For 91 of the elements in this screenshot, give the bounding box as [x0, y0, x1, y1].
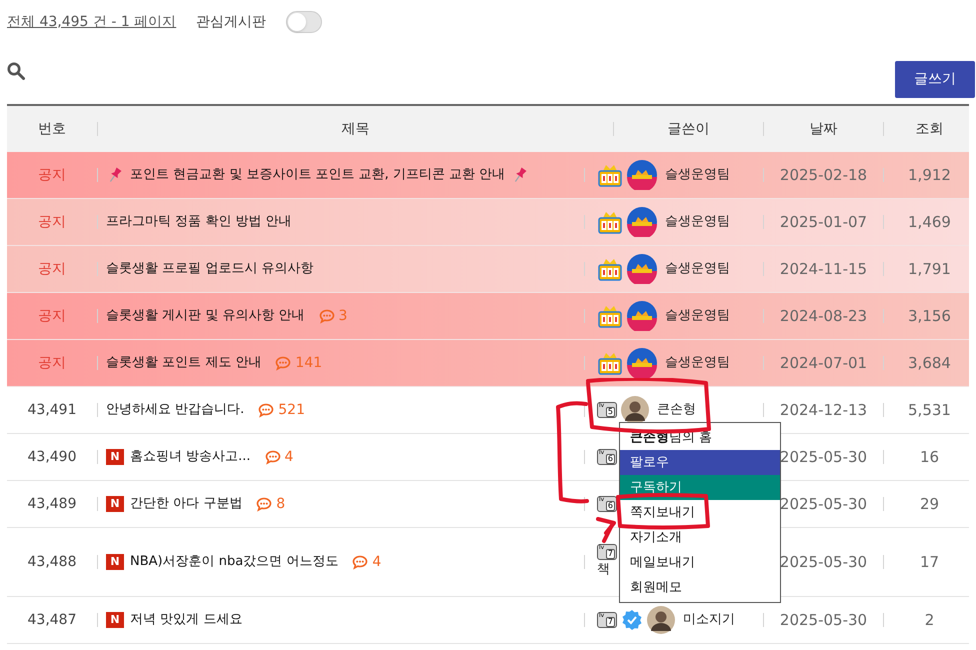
- post-number: 43,490: [28, 448, 76, 466]
- view-count: 17: [918, 552, 940, 573]
- post-number: 공지: [38, 212, 66, 232]
- post-date: 2025-05-30: [778, 446, 868, 468]
- marker-arrow: [596, 517, 616, 543]
- post-date: 2025-01-07: [778, 212, 868, 233]
- new-badge: N: [106, 612, 124, 628]
- writer-name[interactable]: 책: [597, 560, 610, 580]
- comment-count: 4: [284, 448, 294, 466]
- jackpot-avatar-icon: [627, 254, 657, 284]
- post-title[interactable]: NBA)서장훈이 nba갔으면 어느정도: [130, 552, 338, 572]
- view-count: 3,156: [907, 306, 952, 327]
- column-header: 제목: [340, 120, 370, 138]
- menu-item[interactable]: 자기소개: [620, 525, 780, 550]
- view-count: 29: [918, 494, 940, 515]
- notice-row[interactable]: 공지 슬롯생활 포인트 제도 안내 141 슬생운영팀 2024-07-01 3,684: [7, 340, 969, 387]
- jackpot-avatar-icon: [627, 207, 657, 237]
- view-count: 2: [924, 610, 936, 631]
- post-date: 2025-05-30: [778, 552, 868, 573]
- menu-item[interactable]: 팔로우: [620, 450, 780, 475]
- comment-icon: [258, 402, 274, 418]
- view-count: 1,912: [907, 164, 952, 186]
- post-number: 43,487: [28, 610, 76, 630]
- writer-name[interactable]: 슬생운영팀: [665, 306, 730, 326]
- new-badge: N: [106, 554, 124, 570]
- post-date: 2025-05-30: [778, 610, 868, 631]
- column-header: 번호: [37, 120, 67, 138]
- post-title[interactable]: 안녕하세요 반갑습니다.: [106, 400, 244, 420]
- column-header: 글쓴이: [666, 120, 710, 138]
- search-icon[interactable]: [7, 62, 25, 80]
- post-title[interactable]: 슬롯생활 게시판 및 유의사항 안내: [106, 306, 305, 326]
- view-count: 1,469: [907, 212, 952, 233]
- new-badge: N: [106, 496, 124, 512]
- post-number: 43,491: [28, 400, 76, 420]
- comment-count: 4: [372, 552, 382, 572]
- post-title[interactable]: 포인트 현금교환 및 보증사이트 포인트 교환, 기프티콘 교환 안내: [130, 165, 506, 185]
- post-date: 2025-02-18: [778, 164, 868, 186]
- view-count: 16: [918, 446, 940, 468]
- post-date: 2025-05-30: [778, 494, 868, 515]
- jackpot-avatar-icon: [627, 160, 657, 190]
- post-date: 2024-12-13: [778, 400, 868, 421]
- notice-row[interactable]: 공지 포인트 현금교환 및 보증사이트 포인트 교환, 기프티콘 교환 안내 슬생운영팀 2025-02-18 1,912: [7, 152, 969, 199]
- notice-row[interactable]: 공지 슬롯생활 프로필 업로드시 유의사항 슬생운영팀 2024-11-15 1,791: [7, 246, 969, 293]
- comment-count: 521: [278, 400, 305, 420]
- menu-item[interactable]: 메일보내기: [620, 550, 780, 575]
- comment-count: 141: [295, 354, 322, 372]
- post-date: 2024-07-01: [778, 352, 868, 374]
- comment-icon: [256, 496, 272, 512]
- writer-name[interactable]: 슬생운영팀: [665, 259, 730, 279]
- post-title[interactable]: 슬롯생활 포인트 제도 안내: [106, 353, 262, 373]
- menu-item[interactable]: 쪽지보내기: [620, 500, 780, 525]
- favorite-board-label: 관심게시판: [196, 12, 266, 32]
- view-count: 3,684: [907, 352, 952, 374]
- column-header: 조회: [914, 120, 944, 138]
- comment-icon: [275, 356, 292, 370]
- comment-count: 3: [338, 306, 348, 326]
- view-count: 5,531: [907, 400, 952, 421]
- writer-name[interactable]: 슬생운영팀: [665, 212, 730, 232]
- writer-name[interactable]: 큰손형: [657, 400, 696, 420]
- post-number: 공지: [38, 166, 66, 184]
- comment-count: 8: [276, 494, 286, 514]
- post-number: 공지: [38, 354, 66, 372]
- menu-item[interactable]: 회원메모: [620, 575, 780, 600]
- new-badge: N: [106, 449, 124, 465]
- writer-name[interactable]: 미소지기: [683, 610, 735, 630]
- post-title[interactable]: 간단한 아다 구분법: [130, 494, 242, 514]
- post-date: 2024-11-15: [778, 258, 868, 280]
- post-date: 2024-08-23: [778, 306, 868, 327]
- writer-name[interactable]: 슬생운영팀: [665, 165, 730, 185]
- notice-row[interactable]: 공지 프라그마틱 정품 확인 방법 안내 슬생운영팀 2025-01-07 1,469: [7, 199, 969, 246]
- post-title[interactable]: 프라그마틱 정품 확인 방법 안내: [106, 212, 292, 232]
- menu-item[interactable]: 구독하기: [620, 475, 780, 500]
- comment-icon: [318, 308, 335, 324]
- jackpot-avatar-icon: [627, 348, 657, 378]
- post-title[interactable]: 저녁 맛있게 드세요: [130, 610, 242, 630]
- write-button[interactable]: 글쓰기: [895, 60, 975, 98]
- comment-icon: [264, 450, 281, 464]
- notice-row[interactable]: 공지 슬롯생활 게시판 및 유의사항 안내 3 슬생운영팀 2024-08-23 3,156: [7, 293, 969, 340]
- comment-icon: [352, 554, 368, 570]
- post-number: 공지: [38, 306, 66, 326]
- writer-name[interactable]: 슬생운영팀: [665, 353, 730, 373]
- favorite-toggle[interactable]: [286, 11, 322, 33]
- post-number: 43,489: [28, 494, 76, 514]
- column-header: 날짜: [808, 120, 838, 138]
- total-count-link[interactable]: 전체 43,495 건 - 1 페이지: [7, 12, 176, 32]
- jackpot-avatar-icon: [627, 301, 657, 331]
- post-title[interactable]: 슬롯생활 프로필 업로드시 유의사항: [106, 259, 314, 279]
- post-number: 공지: [38, 260, 66, 278]
- post-title[interactable]: 홈쇼핑녀 방송사고...: [130, 447, 251, 467]
- post-number: 43,488: [28, 552, 76, 572]
- view-count: 1,791: [907, 258, 952, 280]
